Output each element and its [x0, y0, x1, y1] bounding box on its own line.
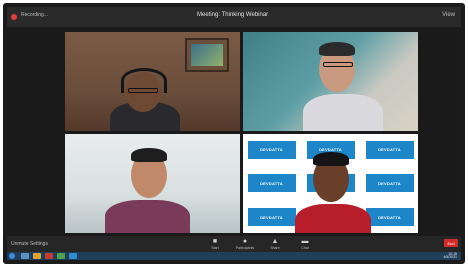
brand-logo: DEVDATTA — [365, 174, 414, 193]
share-icon: ▲ — [271, 238, 279, 245]
participant-tile-4[interactable]: DEVDATTA DEVDATTA DEVDATTA DEVDATTA DEVD… — [243, 134, 418, 233]
meeting-title: Meeting: Thinking Webinar — [197, 12, 269, 18]
participants-icon: ● — [242, 238, 248, 245]
participant-hair — [319, 42, 355, 56]
end-meeting-button[interactable]: End — [444, 239, 458, 247]
view-button[interactable]: View — [442, 12, 455, 18]
browser-icon[interactable] — [45, 253, 53, 259]
recording-status: Recording... — [21, 12, 48, 18]
video-icon: ■ — [212, 238, 218, 245]
folder-icon[interactable] — [33, 253, 41, 259]
chat-icon: ▬ — [301, 238, 309, 245]
system-clock[interactable]: 10:15 4/5/2021 — [443, 252, 457, 259]
glasses — [128, 88, 158, 93]
participant-tile-3[interactable] — [65, 134, 240, 233]
participant-hair — [131, 148, 167, 162]
brand-logo: DEVDATTA — [365, 208, 414, 227]
video-grid: DEVDATTA DEVDATTA DEVDATTA DEVDATTA DEVD… — [65, 32, 418, 233]
start-video-button[interactable]: ■ Start — [203, 238, 227, 250]
brand-logo: DEVDATTA — [247, 174, 296, 193]
participant-hair — [313, 152, 349, 166]
glasses — [323, 62, 353, 67]
participant-body — [105, 200, 190, 233]
participant-body — [295, 204, 371, 233]
clock-date: 4/5/2021 — [443, 255, 457, 259]
participant-tile-1[interactable] — [65, 32, 240, 131]
brand-logo: DEVDATTA — [247, 140, 296, 159]
zoom-icon[interactable] — [69, 253, 77, 259]
start-button[interactable] — [9, 253, 15, 259]
participants-button[interactable]: ● Participants — [233, 238, 257, 250]
participant-body — [303, 94, 383, 131]
brand-logo: DEVDATTA — [365, 140, 414, 159]
share-screen-button[interactable]: ▲ Share — [263, 238, 287, 250]
explorer-icon[interactable] — [21, 253, 29, 259]
chat-button[interactable]: ▬ Chat — [293, 238, 317, 250]
audio-settings-button[interactable]: Unmute Settings — [11, 241, 48, 247]
brand-logo: DEVDATTA — [247, 208, 296, 227]
recording-icon — [11, 14, 17, 20]
windows-taskbar: 10:15 4/5/2021 — [7, 252, 461, 260]
meeting-controls: Unmute Settings ■ Start ● Participants ▲… — [7, 236, 461, 252]
screen: Recording... Meeting: Thinking Webinar V… — [7, 7, 461, 260]
wall-picture — [185, 38, 229, 72]
meeting-top-bar: Recording... Meeting: Thinking Webinar V… — [7, 7, 461, 27]
participant-tile-2[interactable] — [243, 32, 418, 131]
app-icon[interactable] — [57, 253, 65, 259]
